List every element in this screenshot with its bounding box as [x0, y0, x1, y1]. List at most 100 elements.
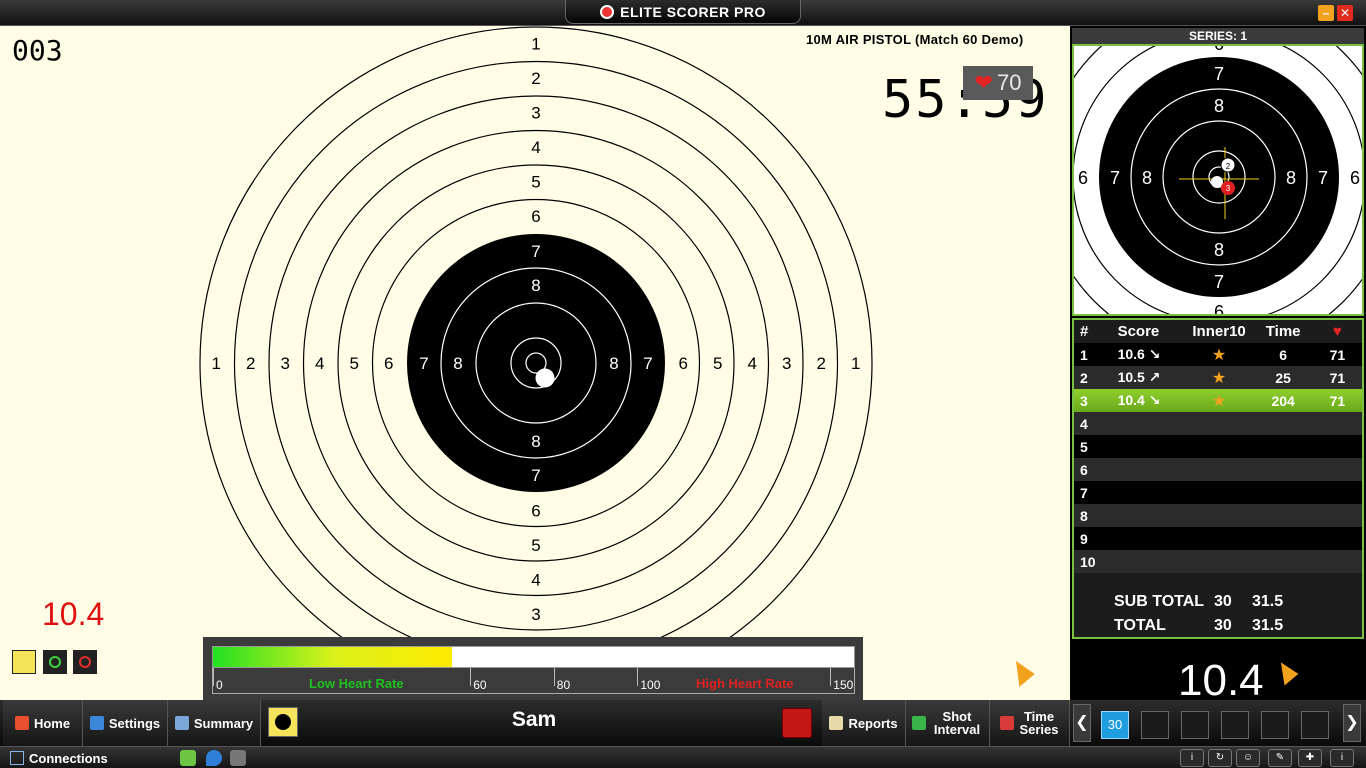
- row-number: 2: [1080, 369, 1088, 386]
- note-button[interactable]: [12, 650, 36, 674]
- series-tile[interactable]: [1301, 711, 1329, 739]
- ring-number-label: 3: [782, 354, 791, 373]
- info-button[interactable]: i: [1180, 749, 1204, 767]
- ring-number-label: 7: [643, 354, 652, 373]
- row-number: 10: [1080, 553, 1096, 570]
- series-next-button[interactable]: ❯: [1343, 704, 1361, 742]
- target-area[interactable]: 11112222333344445555666677778888 003 10M…: [0, 26, 1070, 700]
- mini-ring-label: 6: [1078, 168, 1088, 188]
- ring-number-label: 6: [679, 354, 688, 373]
- ring-number-label: 5: [531, 172, 540, 191]
- close-button[interactable]: ✕: [1337, 5, 1353, 21]
- zoom-in-icon: [49, 656, 61, 668]
- series-mini-target[interactable]: 7 7 7 7 8 8 8 8 6 6 6 6 2 3: [1072, 44, 1364, 316]
- connections-button[interactable]: Connections: [10, 749, 108, 767]
- table-row[interactable]: 8: [1074, 504, 1362, 527]
- footprint-icon: [230, 750, 246, 766]
- target-view-button[interactable]: [268, 707, 298, 737]
- mini-ring-label: 8: [1214, 240, 1224, 260]
- refresh-button[interactable]: ↻: [1208, 749, 1232, 767]
- home-button[interactable]: Home: [3, 700, 83, 746]
- right-panel: SERIES: 1 7 7 7 7 8 8 8 8 6 6 6 6 2 3 # Score Inner10…: [1070, 26, 1366, 705]
- table-row[interactable]: 6: [1074, 458, 1362, 481]
- plug-icon: [180, 750, 196, 766]
- shot-interval-button[interactable]: Shot Interval: [906, 700, 990, 746]
- minimize-button[interactable]: –: [1318, 5, 1334, 21]
- ring-number-label: 5: [713, 354, 722, 373]
- target-icon: [273, 712, 293, 732]
- heart-rate-track: [212, 646, 855, 668]
- hr-scale-tick: [470, 668, 472, 686]
- settings-icon: [89, 716, 104, 730]
- table-row[interactable]: 5: [1074, 435, 1362, 458]
- table-row[interactable]: 3 10.4 ↘ ★ 204 71: [1074, 389, 1362, 412]
- row-heart-rate: 71: [1329, 369, 1346, 386]
- subtotal-int: 30: [1214, 593, 1232, 610]
- shots-table-header: # Score Inner10 Time ♥: [1074, 320, 1362, 343]
- status-bar: Connections i ↻ ☺ ✎ ✚ i: [0, 746, 1366, 768]
- series-tile[interactable]: [1141, 711, 1169, 739]
- mini-ring-label: 7: [1214, 272, 1224, 292]
- table-row[interactable]: 4: [1074, 412, 1362, 435]
- ring-number-label: 5: [531, 536, 540, 555]
- stop-button[interactable]: [782, 708, 812, 738]
- total-label: TOTAL: [1114, 617, 1166, 634]
- ring-number-label: 4: [748, 354, 757, 373]
- row-score: 10.4 ↘: [1117, 392, 1161, 408]
- ring-number-label: 3: [531, 103, 540, 122]
- reports-button[interactable]: Reports: [822, 700, 906, 746]
- total-dec: 31.5: [1252, 617, 1284, 634]
- row-heart-rate: 71: [1329, 392, 1346, 409]
- row-number: 4: [1080, 415, 1088, 432]
- series-tile[interactable]: [1261, 711, 1289, 739]
- table-row[interactable]: 10: [1074, 550, 1362, 573]
- settings-button[interactable]: Settings: [83, 700, 168, 746]
- mini-ring-label: 8: [1142, 168, 1152, 188]
- about-button[interactable]: i: [1330, 749, 1354, 767]
- hr-scale-label: 0: [216, 678, 223, 692]
- hr-scale-tick: [637, 668, 639, 686]
- shots-table-body: 1 10.6 ↘ ★ 6 71 2 10.5 ↗ ★ 25 71 3 10.4 ↘ ★ 204 71 4 5 6 7…: [1074, 343, 1362, 573]
- shot-hole: [535, 368, 555, 388]
- row-score: 10.5 ↗: [1117, 369, 1161, 385]
- mini-ring-label: 6: [1350, 168, 1360, 188]
- table-row[interactable]: 7: [1074, 481, 1362, 504]
- summary-button[interactable]: Summary: [168, 700, 261, 746]
- app-logo-icon: [600, 4, 615, 19]
- row-number: 7: [1080, 484, 1088, 501]
- ring-number-label: 2: [817, 354, 826, 373]
- series-prev-button[interactable]: ❮: [1073, 704, 1091, 742]
- hr-scale-tick: [830, 668, 832, 686]
- subtotal-dec: 31.5: [1252, 593, 1284, 610]
- user-button[interactable]: ☺: [1236, 749, 1260, 767]
- help-button[interactable]: ✚: [1298, 749, 1322, 767]
- mini-shot-3-label: 3: [1226, 184, 1231, 193]
- home-icon: [14, 716, 29, 730]
- tools-button[interactable]: ✎: [1268, 749, 1292, 767]
- heart-sensor-icon: [206, 750, 222, 766]
- ring-number-label: 4: [315, 354, 324, 373]
- home-label: Home: [33, 715, 71, 731]
- row-number: 6: [1080, 461, 1088, 478]
- table-row[interactable]: 1 10.6 ↘ ★ 6 71: [1074, 343, 1362, 366]
- hr-scale-tick: [553, 668, 555, 686]
- ring-number-label: 7: [419, 354, 428, 373]
- row-score: 10.6 ↘: [1117, 346, 1161, 362]
- ring-number-label: 8: [531, 276, 540, 295]
- mini-ring-label: 7: [1110, 168, 1120, 188]
- zoom-out-button[interactable]: [73, 650, 97, 674]
- row-heart-rate: 71: [1329, 346, 1346, 363]
- table-row[interactable]: 2 10.5 ↗ ★ 25 71: [1074, 366, 1362, 389]
- zoom-in-button[interactable]: [43, 650, 67, 674]
- last-shot-score: 10.4: [42, 596, 105, 632]
- time-series-button[interactable]: Time Series: [990, 700, 1070, 746]
- reports-icon: [829, 716, 844, 730]
- mini-shot-1: [1211, 176, 1223, 188]
- col-heart-icon: ♥: [1332, 323, 1342, 340]
- series-tile[interactable]: 30: [1101, 711, 1129, 739]
- col-score: Score: [1117, 323, 1160, 340]
- series-tile[interactable]: [1221, 711, 1249, 739]
- table-row[interactable]: 9: [1074, 527, 1362, 550]
- series-tile[interactable]: [1181, 711, 1209, 739]
- ring-number-label: 6: [384, 354, 393, 373]
